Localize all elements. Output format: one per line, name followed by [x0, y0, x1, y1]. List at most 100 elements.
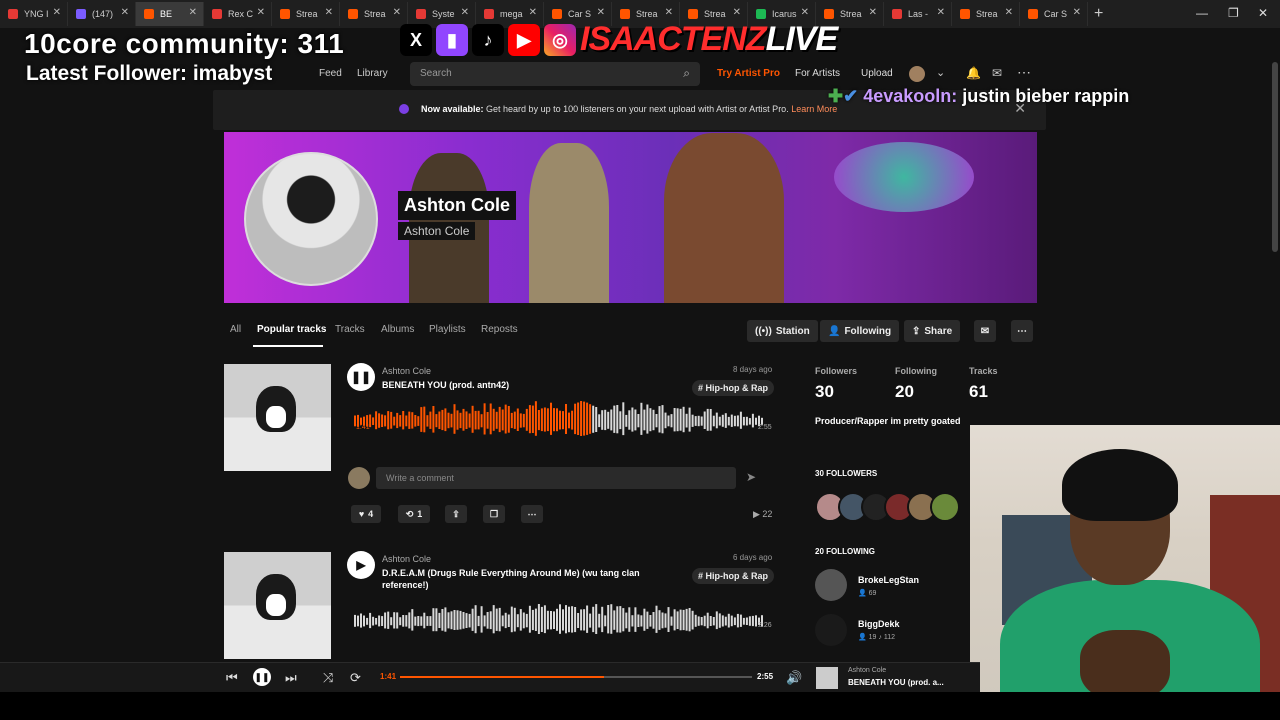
track-waveform[interactable]: [354, 602, 764, 642]
tab-close-icon[interactable]: ✕: [1073, 7, 1081, 18]
followers-section-title[interactable]: 30 FOLLOWERS: [815, 469, 877, 478]
waveform-bar: [537, 604, 540, 634]
tab-close-icon[interactable]: ✕: [257, 7, 265, 18]
browser-tab[interactable]: Strea ✕: [952, 2, 1020, 26]
minimize-button[interactable]: —: [1196, 6, 1208, 20]
follower-avatar[interactable]: [930, 492, 960, 522]
more-icon[interactable]: ⋯: [1017, 64, 1031, 81]
more-button[interactable]: ⋯: [521, 505, 543, 523]
play-button[interactable]: ▶: [347, 551, 375, 579]
try-artist-pro-link[interactable]: Try Artist Pro: [717, 68, 780, 79]
browser-tab[interactable]: mega ✕: [476, 2, 544, 26]
mail-icon[interactable]: ✉: [992, 66, 1002, 80]
maximize-button[interactable]: ❐: [1228, 6, 1239, 20]
browser-tab[interactable]: Syste ✕: [408, 2, 476, 26]
track-title[interactable]: D.R.E.A.M (Drugs Rule Everything Around …: [382, 567, 640, 591]
repost-button[interactable]: ⟲ 1: [398, 505, 430, 523]
tab-close-icon[interactable]: ✕: [597, 7, 605, 18]
browser-tab[interactable]: Rex C ✕: [204, 2, 272, 26]
waveform-bar: [727, 416, 730, 426]
tab-albums[interactable]: Albums: [381, 324, 414, 335]
tab-close-icon[interactable]: ✕: [325, 7, 333, 18]
waveform-bar: [543, 605, 546, 634]
comment-input[interactable]: Write a comment: [376, 467, 736, 489]
waveform-bar: [556, 608, 558, 631]
scrollbar[interactable]: [1272, 62, 1278, 252]
browser-tab[interactable]: Strea ✕: [340, 2, 408, 26]
share-button[interactable]: ⇪ Share: [904, 320, 961, 342]
waveform-bar: [664, 412, 667, 429]
for-artists-link[interactable]: For Artists: [795, 68, 840, 79]
track-waveform[interactable]: [354, 400, 764, 444]
browser-tab[interactable]: (147) ✕: [68, 2, 136, 26]
followers-count[interactable]: 30: [815, 382, 834, 402]
tab-close-icon[interactable]: ✕: [801, 7, 809, 18]
waveform-bar: [751, 615, 754, 627]
track-artwork[interactable]: [224, 364, 331, 471]
now-playing-title[interactable]: BENEATH YOU (prod. a...: [848, 678, 944, 687]
send-icon[interactable]: ➤: [746, 470, 756, 484]
tab-close-icon[interactable]: ✕: [189, 7, 197, 18]
new-tab-button[interactable]: +: [1094, 5, 1103, 23]
pause-icon[interactable]: ❚❚: [253, 668, 271, 686]
browser-tab[interactable]: Las - ✕: [884, 2, 952, 26]
track-title[interactable]: BENEATH YOU (prod. antn42): [382, 379, 509, 391]
following-avatar[interactable]: [815, 614, 847, 646]
genre-tag[interactable]: # Hip-hop & Rap: [692, 568, 774, 584]
message-button[interactable]: ✉: [974, 320, 996, 342]
genre-tag[interactable]: # Hip-hop & Rap: [692, 380, 774, 396]
user-avatar[interactable]: [909, 66, 925, 82]
now-playing-artwork[interactable]: [816, 667, 838, 689]
tab-close-icon[interactable]: ✕: [733, 7, 741, 18]
repeat-icon[interactable]: ⟳: [350, 670, 361, 686]
track-artist[interactable]: Ashton Cole: [382, 554, 431, 564]
nav-feed[interactable]: Feed: [319, 68, 342, 79]
tab-tracks[interactable]: Tracks: [335, 324, 365, 335]
tab-close-icon[interactable]: ✕: [529, 7, 537, 18]
tab-close-icon[interactable]: ✕: [121, 7, 129, 18]
search-input[interactable]: Search ⌕: [410, 62, 700, 86]
tab-close-icon[interactable]: ✕: [869, 7, 877, 18]
station-button[interactable]: ((•)) Station: [747, 320, 818, 342]
bell-icon[interactable]: 🔔: [966, 66, 981, 80]
pause-button[interactable]: ❚❚: [347, 363, 375, 391]
tab-close-icon[interactable]: ✕: [937, 7, 945, 18]
nav-library[interactable]: Library: [357, 68, 388, 79]
now-playing-artist[interactable]: Ashton Cole: [848, 667, 886, 674]
tab-all[interactable]: All: [230, 324, 241, 335]
track-artwork[interactable]: [224, 552, 331, 659]
following-button[interactable]: 👤 Following: [820, 320, 900, 342]
following-count[interactable]: 20: [895, 382, 914, 402]
shuffle-icon[interactable]: ⤨: [323, 670, 333, 686]
upload-link[interactable]: Upload: [861, 68, 893, 79]
tab-playlists[interactable]: Playlists: [429, 324, 466, 335]
share-button[interactable]: ⇪: [445, 505, 467, 523]
tab-label: YNG I: [24, 9, 49, 19]
tab-close-icon[interactable]: ✕: [461, 7, 469, 18]
following-name[interactable]: BrokeLegStan: [858, 575, 919, 585]
tab-close-icon[interactable]: ✕: [393, 7, 401, 18]
tab-popular-tracks[interactable]: Popular tracks: [257, 324, 326, 335]
more-button[interactable]: ⋯: [1011, 320, 1033, 342]
browser-tab[interactable]: YNG I ✕: [0, 2, 68, 26]
chevron-down-icon[interactable]: ⌄: [936, 66, 945, 79]
next-icon[interactable]: ⏭: [285, 670, 297, 686]
track-artist[interactable]: Ashton Cole: [382, 366, 431, 376]
tab-close-icon[interactable]: ✕: [665, 7, 673, 18]
previous-icon[interactable]: ⏮: [226, 670, 238, 686]
following-name[interactable]: BiggDekk: [858, 619, 900, 629]
window-close-button[interactable]: ✕: [1258, 6, 1268, 20]
browser-tab[interactable]: BE ✕: [136, 2, 204, 26]
tab-close-icon[interactable]: ✕: [1005, 7, 1013, 18]
waveform-bar: [571, 410, 574, 430]
copy-link-button[interactable]: ❐: [483, 505, 505, 523]
tab-close-icon[interactable]: ✕: [53, 7, 61, 18]
like-button[interactable]: ♥ 4: [351, 505, 381, 523]
tab-reposts[interactable]: Reposts: [481, 324, 518, 335]
tracks-count[interactable]: 61: [969, 382, 988, 402]
following-section-title[interactable]: 20 FOLLOWING: [815, 547, 875, 556]
browser-tab[interactable]: Strea ✕: [272, 2, 340, 26]
following-avatar[interactable]: [815, 569, 847, 601]
volume-icon[interactable]: 🔊: [786, 670, 802, 686]
browser-tab[interactable]: Car S ✕: [1020, 2, 1088, 26]
